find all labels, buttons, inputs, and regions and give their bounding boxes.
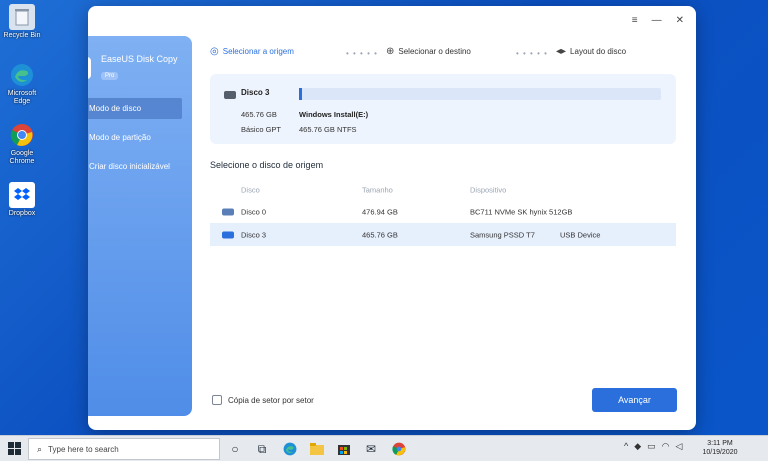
- step-separator: • • • • •: [516, 49, 548, 58]
- disk-icon: [222, 231, 234, 238]
- app-logo-icon: [88, 57, 91, 79]
- disk-table: Disco Tamanho Dispositivo Disco 0 476.94…: [210, 180, 676, 246]
- sidebar: EaseUS Disk Copy Pro Modo de disco Modo …: [88, 36, 192, 416]
- desktop-icon-label: Google Chrome: [9, 150, 35, 165]
- table-row[interactable]: Disco 3 465.76 GB Samsung PSSD T7 USB De…: [210, 223, 676, 246]
- layout-icon: ◂▸: [556, 46, 567, 57]
- brand: EaseUS Disk Copy Pro: [88, 54, 182, 82]
- sector-copy-checkbox[interactable]: [212, 395, 222, 405]
- edge-icon: [9, 62, 35, 88]
- sidebar-item-label: Criar disco inicializável: [89, 162, 170, 171]
- minimize-button[interactable]: —: [652, 15, 662, 26]
- desktop-icon-label: Microsoft Edge: [7, 90, 37, 105]
- file-explorer-icon[interactable]: [309, 441, 325, 457]
- recycle-bin-icon: [9, 4, 35, 30]
- taskbar: ⌕ Type here to search ○ ⧉ ✉ ^ ◆ ▭ ◠ ◁ 3:…: [0, 435, 768, 461]
- desktop-icon-dropbox[interactable]: Dropbox: [3, 182, 41, 218]
- disk-icon: [222, 208, 234, 215]
- column-header-device: Dispositivo: [470, 185, 507, 195]
- partition-bar[interactable]: [299, 88, 661, 100]
- chrome-taskbar-icon[interactable]: [391, 441, 407, 457]
- sector-copy-label: Cópia de setor por setor: [228, 395, 314, 405]
- step-label: Layout do disco: [570, 47, 627, 56]
- sidebar-item-label: Modo de disco: [89, 104, 142, 113]
- step-label: Selecionar a origem: [222, 47, 294, 56]
- step-select-destination: ⊕ Selecionar o destino: [386, 46, 471, 57]
- column-header-size: Tamanho: [362, 185, 393, 195]
- table-header: Disco Tamanho Dispositivo: [210, 180, 676, 200]
- edge-taskbar-icon[interactable]: [282, 441, 298, 457]
- source-section-title: Selecione o disco de origem: [210, 160, 324, 170]
- menu-icon[interactable]: ≡: [632, 15, 638, 26]
- desktop-icon-chrome[interactable]: Google Chrome: [3, 122, 41, 166]
- mail-icon[interactable]: ✉: [363, 441, 379, 457]
- step-separator: • • • • •: [346, 49, 378, 58]
- network-icon[interactable]: ◠: [662, 441, 670, 452]
- cortana-icon[interactable]: ○: [227, 441, 243, 457]
- task-view-icon[interactable]: ⧉: [254, 441, 270, 457]
- disk-size: 465.76 GB: [362, 230, 398, 239]
- desktop-icon-label: Recycle Bin: [3, 32, 41, 39]
- step-disk-layout: ◂▸ Layout do disco: [556, 46, 626, 57]
- search-icon: ⌕: [37, 443, 43, 454]
- windows-start-icon[interactable]: [8, 442, 22, 456]
- step-label: Selecionar o destino: [398, 47, 471, 56]
- app-window: EaseUS Disk Copy Pro Modo de disco Modo …: [88, 6, 696, 430]
- next-button[interactable]: Avançar: [592, 388, 677, 412]
- dropbox-tray-icon[interactable]: ◆: [634, 441, 641, 452]
- pro-badge: Pro: [101, 72, 119, 80]
- wizard-steps: ◎ Selecionar a origem • • • • • ⊕ Seleci…: [210, 46, 650, 60]
- system-tray: ^ ◆ ▭ ◠ ◁: [624, 441, 682, 452]
- sidebar-item-partition-mode[interactable]: Modo de partição: [88, 127, 182, 148]
- table-row[interactable]: Disco 0 476.94 GB BC711 NVMe SK hynix 51…: [210, 200, 676, 223]
- selected-disk-type: Básico GPT: [241, 125, 282, 134]
- clock-time: 3:11 PM: [707, 440, 733, 447]
- partition-info: 465.76 GB NTFS: [299, 125, 357, 134]
- chevron-up-icon[interactable]: ^: [624, 441, 628, 452]
- desktop-icon-label: Dropbox: [8, 210, 36, 217]
- disk-size: 476.94 GB: [362, 207, 398, 216]
- chrome-icon: [9, 122, 35, 148]
- clock-date: 10/19/2020: [702, 449, 738, 456]
- disk-icon: [224, 91, 236, 99]
- app-name: EaseUS Disk Copy: [101, 54, 178, 64]
- disk-device: BC711 NVMe SK hynix 512GB: [470, 207, 573, 216]
- selected-disk-panel: Disco 3 465.76 GB Básico GPT Windows Ins…: [210, 74, 676, 144]
- selected-disk-name: Disco 3: [241, 88, 270, 97]
- step-select-source: ◎ Selecionar a origem: [210, 46, 294, 57]
- partition-name: Windows Install(E:): [299, 110, 369, 119]
- column-header-disk: Disco: [241, 185, 260, 195]
- battery-icon[interactable]: ▭: [647, 441, 656, 452]
- disk-device: Samsung PSSD T7: [470, 230, 535, 239]
- sector-copy-option[interactable]: Cópia de setor por setor: [212, 395, 314, 405]
- target-icon: ◎: [210, 46, 219, 57]
- close-button[interactable]: ✕: [676, 15, 684, 26]
- volume-icon[interactable]: ◁: [676, 441, 683, 452]
- sidebar-item-label: Modo de partição: [89, 133, 151, 142]
- search-placeholder: Type here to search: [48, 444, 119, 454]
- crosshair-icon: ⊕: [386, 46, 395, 57]
- disk-name: Disco 0: [241, 207, 267, 216]
- clock[interactable]: 3:11 PM 10/19/2020: [700, 439, 740, 457]
- sidebar-item-disk-mode[interactable]: Modo de disco: [88, 98, 182, 119]
- desktop-icon-recycle-bin[interactable]: Recycle Bin: [3, 4, 41, 40]
- window-controls: ≡ — ✕: [632, 15, 684, 26]
- disk-name: Disco 3: [241, 230, 267, 239]
- dropbox-icon: [9, 182, 35, 208]
- desktop-icon-edge[interactable]: Microsoft Edge: [3, 62, 41, 106]
- selected-disk-size: 465.76 GB: [241, 110, 277, 119]
- sidebar-item-bootable-disk[interactable]: Criar disco inicializável: [88, 156, 182, 177]
- taskbar-search-input[interactable]: ⌕ Type here to search: [28, 438, 220, 460]
- disk-bus: USB Device: [560, 230, 601, 239]
- store-icon[interactable]: [336, 441, 352, 457]
